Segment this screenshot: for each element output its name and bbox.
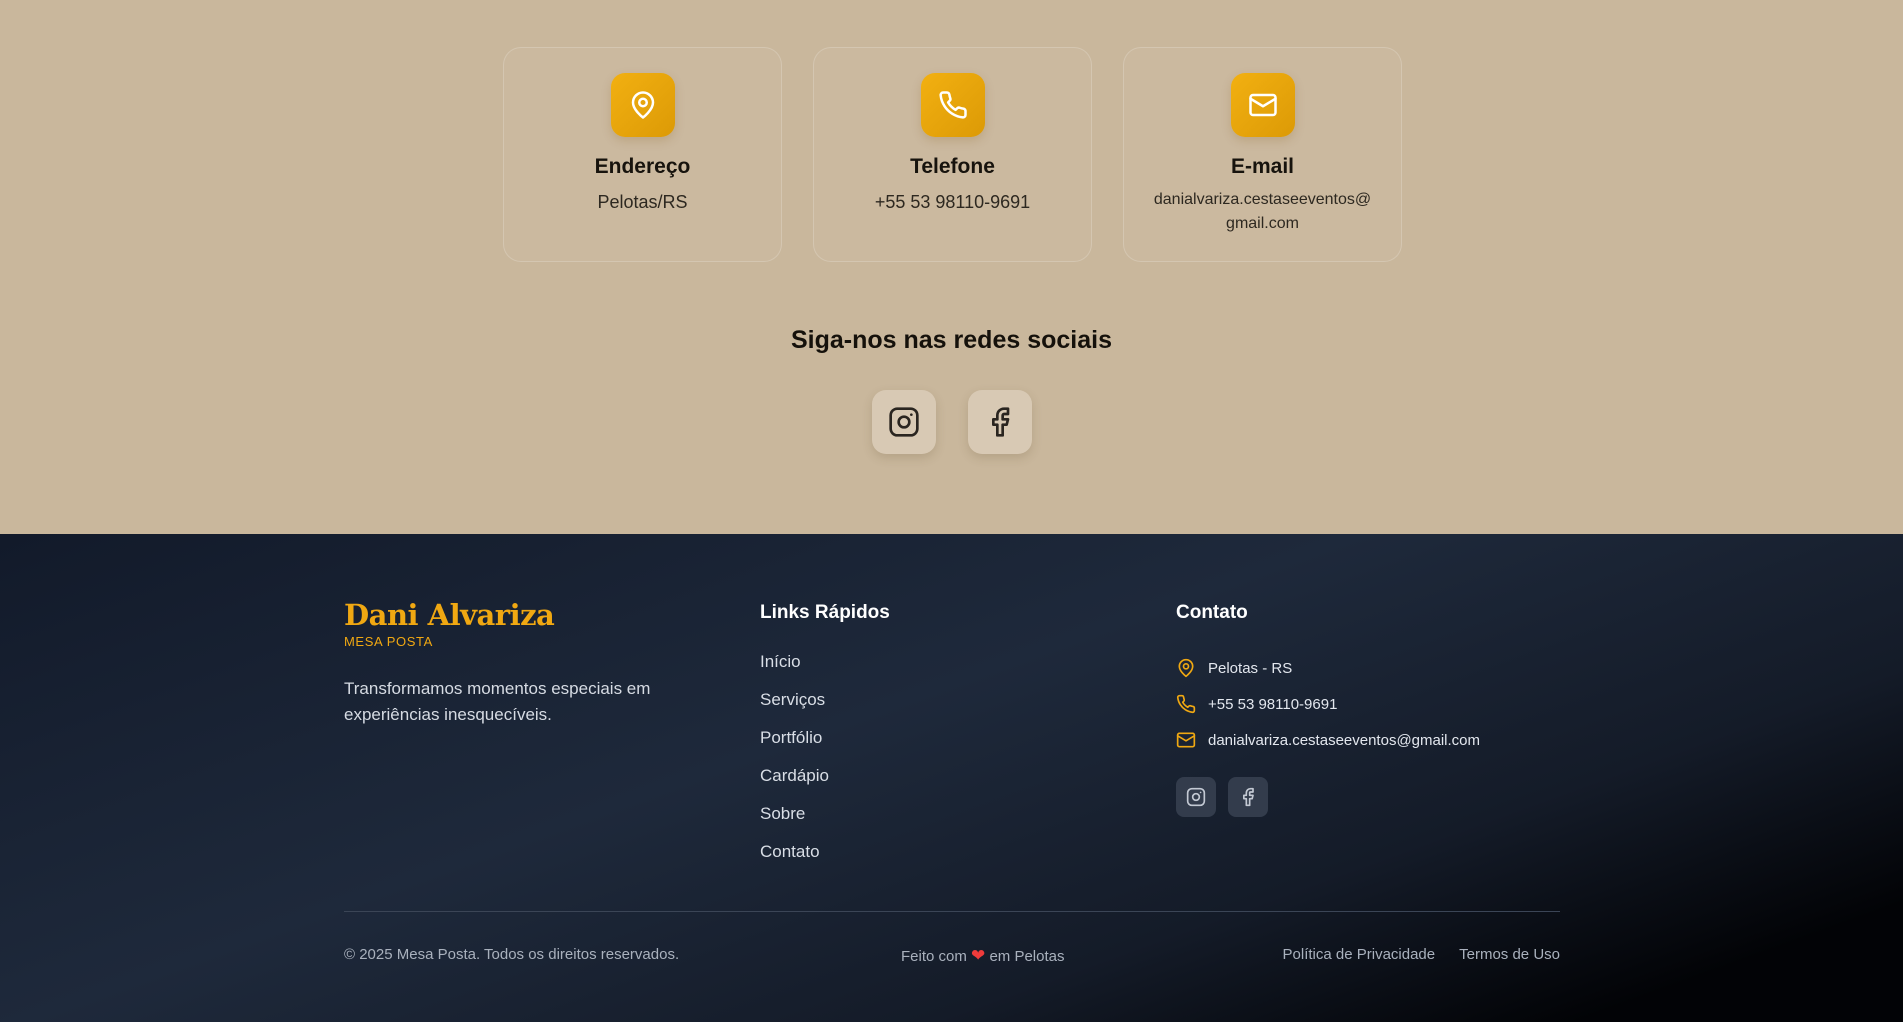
facebook-icon xyxy=(1243,787,1254,807)
phone-icon xyxy=(1176,694,1196,714)
links-title: Links Rápidos xyxy=(760,602,890,623)
footer-email-text: danialvariza.cestaseeventos@gmail.com xyxy=(1208,731,1481,749)
brand-subtitle: MESA POSTA xyxy=(344,634,433,649)
email-value: danialvariza.cestaseeventos@gmail.com xyxy=(1153,191,1372,232)
contact-section: Endereço Pelotas/RS Telefone +55 53 9811… xyxy=(0,0,1903,534)
contact-title: Contato xyxy=(1176,602,1248,623)
brand-description: Transformamos momentos especiais em expe… xyxy=(344,679,651,724)
footer-brand[interactable]: Dani Alvariza MESA POSTA xyxy=(344,598,555,649)
map-pin-icon xyxy=(1178,658,1194,678)
mail-icon xyxy=(1230,73,1295,137)
social-title: Siga-nos nas redes sociais xyxy=(791,326,1112,354)
instagram-icon xyxy=(889,407,919,437)
link-contato[interactable]: Contato xyxy=(760,842,829,880)
facebook-button[interactable] xyxy=(968,390,1032,454)
copyright: © 2025 Mesa Posta. Todos os direitos res… xyxy=(344,946,680,963)
made-with-prefix: Feito com xyxy=(901,948,967,965)
footer: Dani Alvariza MESA POSTA Transformamos m… xyxy=(0,534,1903,1022)
phone-card: Telefone +55 53 98110-9691 xyxy=(813,47,1092,262)
link-cardapio[interactable]: Cardápio xyxy=(760,766,829,804)
footer-facebook-button[interactable] xyxy=(1228,777,1268,817)
phone-title: Telefone xyxy=(910,155,995,178)
footer-phone: +55 53 98110-9691 xyxy=(1176,686,1480,722)
social-buttons xyxy=(872,390,1032,454)
facebook-icon xyxy=(992,407,1010,437)
footer-email: danialvariza.cestaseeventos@gmail.com xyxy=(1176,722,1480,758)
link-servicos[interactable]: Serviços xyxy=(760,690,829,728)
address-card: Endereço Pelotas/RS xyxy=(503,47,782,262)
contact-cards: Endereço Pelotas/RS Telefone +55 53 9811… xyxy=(503,47,1402,262)
made-with-suffix: em Pelotas xyxy=(989,948,1065,965)
phone-value: +55 53 98110-9691 xyxy=(874,192,1031,212)
address-title: Endereço xyxy=(594,155,691,178)
instagram-icon xyxy=(1186,787,1206,807)
link-sobre[interactable]: Sobre xyxy=(760,804,829,842)
brand-name: Dani Alvariza xyxy=(344,598,555,632)
legal-links: Política de Privacidade Termos de Uso xyxy=(1283,946,1560,963)
link-portfolio[interactable]: Portfólio xyxy=(760,728,829,766)
address-value: Pelotas/RS xyxy=(597,192,688,212)
footer-phone-text: +55 53 98110-9691 xyxy=(1208,695,1338,713)
footer-contact-list: Pelotas - RS +55 53 98110-9691 danialvar… xyxy=(1176,650,1480,758)
made-with-love: Feito com ❤ em Pelotas xyxy=(901,946,1065,966)
footer-address-text: Pelotas - RS xyxy=(1208,659,1293,677)
terms-link[interactable]: Termos de Uso xyxy=(1459,946,1560,963)
footer-social xyxy=(1176,777,1268,817)
email-title: E-mail xyxy=(1230,155,1295,178)
footer-instagram-button[interactable] xyxy=(1176,777,1216,817)
instagram-button[interactable] xyxy=(872,390,936,454)
heart-icon: ❤ xyxy=(971,946,986,965)
mail-icon xyxy=(1176,732,1196,748)
phone-icon xyxy=(920,73,985,137)
quick-links: Início Serviços Portfólio Cardápio Sobre… xyxy=(760,652,829,880)
footer-divider xyxy=(344,911,1560,912)
link-inicio[interactable]: Início xyxy=(760,652,829,690)
email-card: E-mail danialvariza.cestaseeventos@gmail… xyxy=(1123,47,1402,262)
privacy-link[interactable]: Política de Privacidade xyxy=(1283,946,1436,963)
footer-address: Pelotas - RS xyxy=(1176,650,1480,686)
map-pin-icon xyxy=(610,73,675,137)
